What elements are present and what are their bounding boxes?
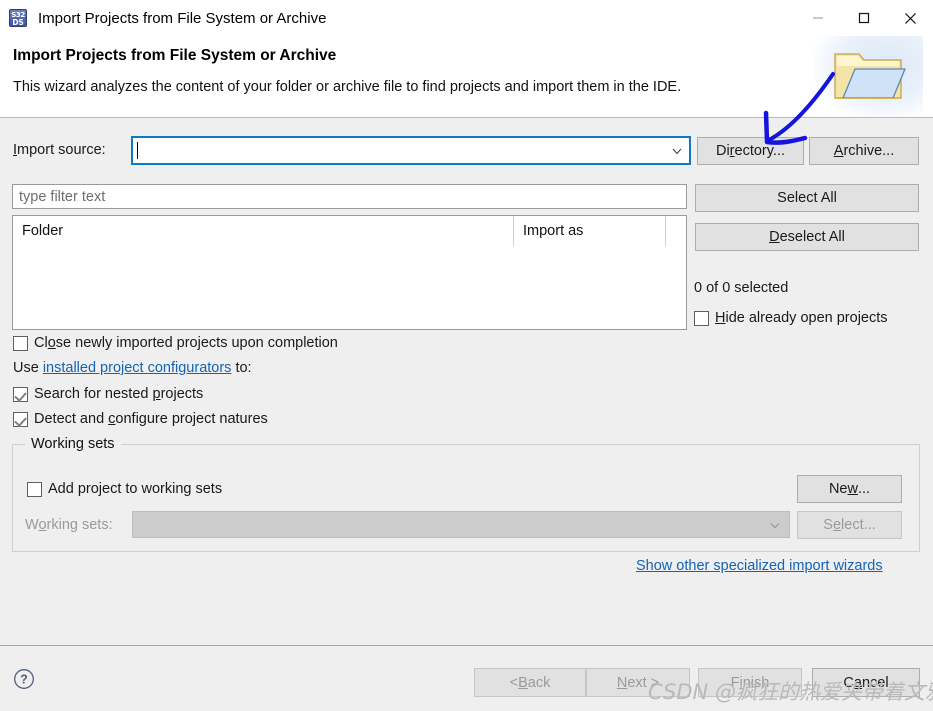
filter-placeholder: type filter text [19,188,106,205]
deselect-all-button[interactable]: Deselect All [695,223,919,251]
column-header-folder[interactable]: Folder [13,216,513,246]
installed-project-configurators-link[interactable]: installed project configurators [43,360,232,376]
checkbox-box [27,481,42,497]
minimize-button[interactable] [795,0,841,36]
configurators-line: Use installed project configurators to: [13,360,252,376]
selected-count-label: 0 of 0 selected [694,280,789,296]
working-sets-group-title: Working sets [25,436,121,452]
close-icon [904,12,916,24]
wizard-header: Import Projects from File System or Arch… [0,36,933,118]
app-icon-line2: DS [12,18,24,27]
column-header-spacer [665,216,686,246]
svg-text:?: ? [20,673,28,687]
checkbox-box [13,335,28,351]
maximize-button[interactable] [841,0,887,36]
projects-table[interactable]: Folder Import as [12,215,687,330]
show-other-specialized-import-wizards-link[interactable]: Show other specialized import wizards [636,558,883,574]
column-header-import-as[interactable]: Import as [513,216,665,246]
next-button[interactable]: Next > [586,668,690,697]
checkbox-label: Search for nested projects [34,386,204,402]
cancel-button[interactable]: Ca ncel [812,668,920,697]
text-caret [137,142,138,159]
directory-button[interactable]: Di r ectory... [697,137,804,165]
close-imported-projects-checkbox[interactable]: Close newly imported projects upon compl… [13,335,338,351]
checkbox-label: Add project to working sets [48,481,223,497]
import-source-label: Import source: [13,142,106,158]
minimize-icon [813,17,823,19]
table-header-row: Folder Import as [13,216,686,246]
close-button[interactable] [887,0,933,36]
folder-with-document-icon [813,36,923,117]
checkbox-box [694,310,709,326]
checkbox-label: Detect and configure project natures [34,411,268,427]
hide-already-open-projects-checkbox[interactable]: Hide already open projects [694,310,888,326]
working-sets-label: Working sets: [25,517,113,533]
maximize-icon [858,12,870,24]
checkbox-box [13,411,28,427]
working-sets-combo[interactable] [132,511,790,538]
back-button[interactable]: < Back [474,668,586,697]
page-description: This wizard analyzes the content of your… [13,79,682,95]
import-source-combo[interactable] [131,136,691,165]
checkbox-label: Close newly imported projects upon compl… [34,335,338,351]
title-bar: S32 DS Import Projects from File System … [0,0,933,36]
checkbox-box [13,386,28,402]
detect-configure-natures-checkbox[interactable]: Detect and configure project natures [13,411,268,427]
chevron-down-icon [770,522,780,528]
select-all-button[interactable]: Select All [695,184,919,212]
page-title: Import Projects from File System or Arch… [13,47,337,64]
select-working-set-button[interactable]: Se lect... [797,511,902,539]
s32ds-app-icon: S32 DS [9,9,27,27]
window-title: Import Projects from File System or Arch… [38,9,327,27]
add-project-to-working-sets-checkbox[interactable]: Add project to working sets [27,481,222,497]
window-controls [795,0,933,36]
search-nested-projects-checkbox[interactable]: Search for nested projects [13,386,203,402]
new-working-set-button[interactable]: Ne w... [797,475,902,503]
filter-input[interactable]: type filter text [12,184,687,209]
help-circle-icon[interactable]: ? [13,668,35,690]
show-other-wizards-link-wrap: Show other specialized import wizards [636,558,883,574]
archive-button[interactable]: Archive... [809,137,919,165]
checkbox-label: Hide already open projects [715,310,888,326]
chevron-down-icon [672,148,682,154]
finish-button[interactable]: Fi nish [698,668,802,697]
